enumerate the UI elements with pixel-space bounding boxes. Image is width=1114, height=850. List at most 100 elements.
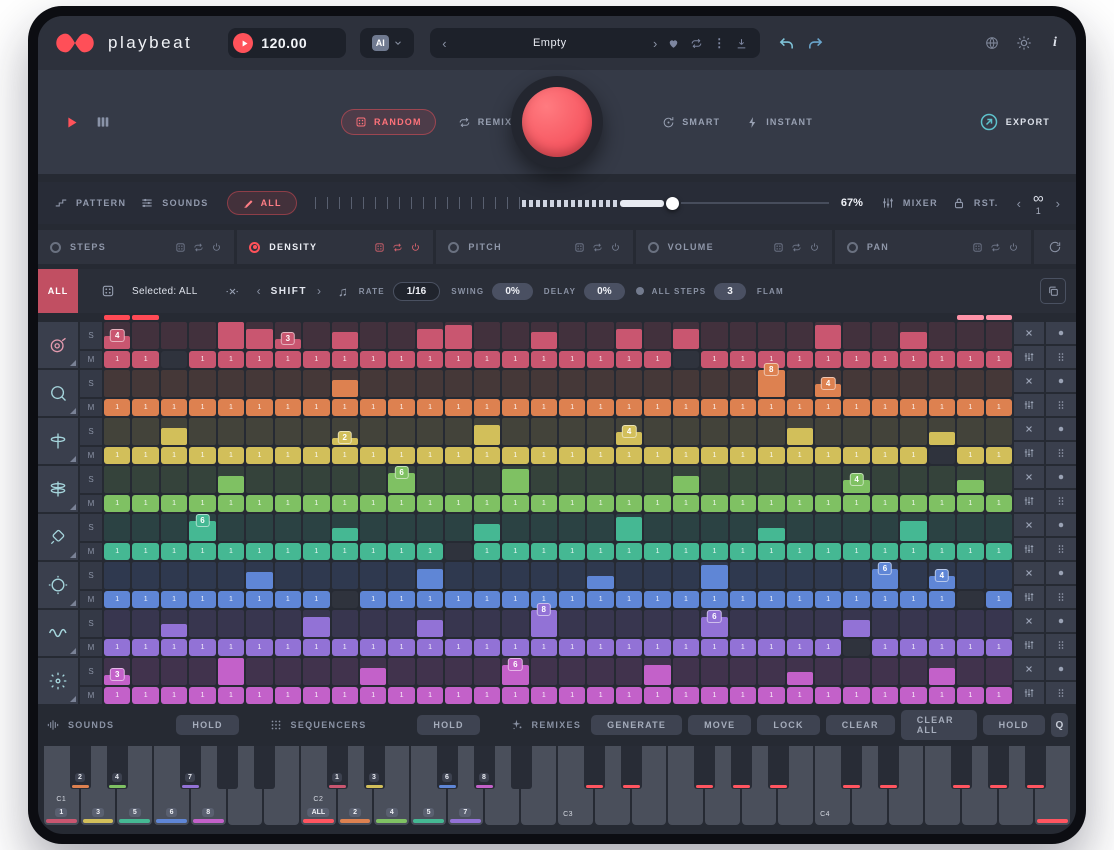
density-step-cell[interactable]	[332, 370, 358, 397]
step-cell[interactable]: 1	[303, 495, 329, 512]
step-cell[interactable]: 1	[531, 639, 557, 656]
track-velocity-button[interactable]	[1014, 394, 1044, 416]
step-cell[interactable]: 1	[673, 591, 699, 608]
step-cell[interactable]: 1	[132, 447, 158, 464]
density-step-cell[interactable]	[900, 370, 926, 397]
density-step-cell[interactable]	[360, 418, 386, 445]
track-choke-button[interactable]	[1046, 322, 1076, 344]
density-step-cell[interactable]	[616, 562, 642, 589]
step-cell[interactable]: 1	[787, 495, 813, 512]
step-cell[interactable]: 1	[189, 639, 215, 656]
step-cell[interactable]: 1	[843, 591, 869, 608]
step-cell[interactable]: 1	[758, 399, 784, 416]
density-step-cell[interactable]: 6	[189, 514, 215, 541]
link-icon[interactable]	[990, 242, 1001, 253]
randomize-knob[interactable]	[522, 87, 592, 157]
step-cell[interactable]: 1	[474, 639, 500, 656]
step-cell[interactable]: 1	[559, 639, 585, 656]
density-step-cell[interactable]	[559, 562, 585, 589]
undo-icon[interactable]	[778, 35, 795, 52]
step-cell[interactable]: 1	[701, 399, 727, 416]
density-step-cell[interactable]	[445, 466, 471, 493]
step-cell[interactable]: 1	[900, 495, 926, 512]
density-step-cell[interactable]	[787, 370, 813, 397]
density-step-cell[interactable]	[218, 514, 244, 541]
step-cell[interactable]: 1	[787, 351, 813, 368]
density-step-cell[interactable]	[986, 562, 1012, 589]
density-step-cell[interactable]	[246, 610, 272, 637]
density-step-cell[interactable]	[275, 418, 301, 445]
track-velocity-button[interactable]	[1014, 538, 1044, 560]
track-clear-button[interactable]	[1014, 370, 1044, 392]
density-step-cell[interactable]	[787, 418, 813, 445]
step-cell[interactable]: 1	[900, 351, 926, 368]
density-step-cell[interactable]	[502, 466, 528, 493]
step-cell[interactable]: 1	[104, 351, 130, 368]
step-cell[interactable]: 1	[189, 591, 215, 608]
step-cell[interactable]	[161, 351, 187, 368]
density-step-cell[interactable]	[644, 514, 670, 541]
website-icon[interactable]	[984, 35, 1000, 51]
step-cell[interactable]: 1	[900, 591, 926, 608]
step-cell[interactable]: 1	[900, 447, 926, 464]
step-cell[interactable]: 1	[986, 495, 1012, 512]
step-cell[interactable]: 1	[445, 591, 471, 608]
step-cell[interactable]: 1	[986, 687, 1012, 704]
step-cell[interactable]: 1	[104, 495, 130, 512]
density-step-cell[interactable]	[445, 370, 471, 397]
track-icon-button[interactable]	[38, 562, 78, 608]
tab-pitch[interactable]: PITCH	[436, 230, 632, 264]
density-step-cell[interactable]	[929, 466, 955, 493]
piano-key-black[interactable]	[694, 746, 715, 789]
step-cell[interactable]: 1	[644, 399, 670, 416]
step-cell[interactable]: 1	[616, 399, 642, 416]
step-cell[interactable]: 1	[815, 639, 841, 656]
density-step-cell[interactable]	[161, 610, 187, 637]
density-step-cell[interactable]	[502, 370, 528, 397]
density-step-cell[interactable]	[730, 514, 756, 541]
step-cell[interactable]: 1	[872, 543, 898, 560]
density-step-cell[interactable]	[559, 610, 585, 637]
density-step-cell[interactable]	[986, 610, 1012, 637]
step-cell[interactable]: 1	[161, 495, 187, 512]
pattern-view-button[interactable]: PATTERN	[54, 196, 126, 210]
density-step-cell[interactable]	[929, 322, 955, 349]
step-cell[interactable]: 1	[246, 543, 272, 560]
step-cell[interactable]: 1	[189, 495, 215, 512]
crossfade-icon[interactable]	[225, 284, 240, 299]
step-cell[interactable]: 1	[587, 687, 613, 704]
track-choke-button[interactable]	[1046, 514, 1076, 536]
step-cell[interactable]: 1	[388, 351, 414, 368]
density-step-cell[interactable]	[246, 658, 272, 685]
step-cell[interactable]: 1	[417, 591, 443, 608]
step-cell[interactable]: 1	[218, 399, 244, 416]
link-icon[interactable]	[193, 242, 204, 253]
density-step-cell[interactable]	[474, 610, 500, 637]
density-step-cell[interactable]: 3	[275, 322, 301, 349]
reload-preset-icon[interactable]	[690, 37, 703, 50]
step-cell[interactable]: 1	[787, 687, 813, 704]
shift-right-button[interactable]: ›	[317, 284, 321, 298]
density-step-cell[interactable]	[730, 658, 756, 685]
step-cell[interactable]: 1	[929, 687, 955, 704]
density-step-cell[interactable]	[360, 466, 386, 493]
density-step-cell[interactable]	[303, 562, 329, 589]
redo-icon[interactable]	[807, 35, 824, 52]
step-cell[interactable]: 1	[644, 351, 670, 368]
step-cell[interactable]: 1	[616, 591, 642, 608]
density-step-cell[interactable]	[502, 514, 528, 541]
random-button[interactable]: RANDOM	[341, 109, 436, 135]
density-step-cell[interactable]	[815, 610, 841, 637]
density-step-cell[interactable]: 4	[929, 562, 955, 589]
global-random-button[interactable]	[1034, 230, 1076, 264]
piano-key-black[interactable]	[254, 746, 275, 789]
step-cell[interactable]: 1	[360, 591, 386, 608]
step-cell[interactable]: 1	[787, 639, 813, 656]
step-cell[interactable]: 1	[218, 639, 244, 656]
step-cell[interactable]: 1	[132, 543, 158, 560]
settings-gear-icon[interactable]	[1016, 35, 1032, 51]
density-step-cell[interactable]	[303, 658, 329, 685]
step-cell[interactable]: 1	[957, 351, 983, 368]
step-cell[interactable]: 1	[559, 591, 585, 608]
step-cell[interactable]: 1	[417, 543, 443, 560]
